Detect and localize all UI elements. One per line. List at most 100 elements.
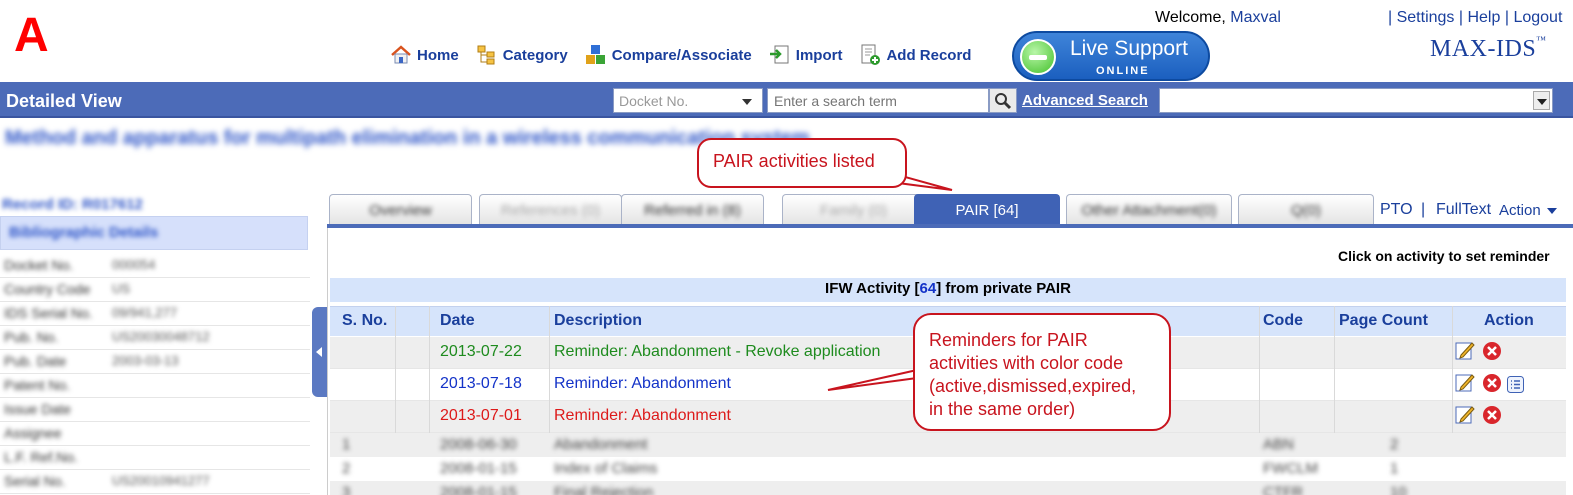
advanced-search-select[interactable]	[1159, 88, 1553, 113]
reminder-callout-line: activities with color code	[929, 353, 1124, 373]
delete-icon[interactable]	[1482, 405, 1502, 425]
detail-value: 09/941,277	[112, 305, 178, 320]
activity-sno: 1	[342, 436, 351, 453]
detail-key: Serial No.	[4, 473, 66, 489]
activity-date: 2008-01-15	[440, 484, 517, 495]
activity-sno: 3	[342, 484, 351, 495]
activity-row[interactable]: 1 2008-06-30 Abandonment ABN 2	[330, 433, 1566, 457]
chevron-down-icon	[742, 99, 752, 105]
activity-page-count: 10	[1390, 484, 1407, 495]
activity-row[interactable]: 2 2008-01-15 Index of Claims FWCLM 1	[330, 457, 1566, 481]
col-date[interactable]: Date	[440, 312, 475, 330]
advanced-search-link[interactable]: Advanced Search	[1022, 92, 1148, 109]
nav-import[interactable]: Import	[769, 44, 842, 66]
settings-link[interactable]: | Settings	[1388, 9, 1454, 26]
reminder-callout-line: in the same order)	[929, 399, 1076, 419]
pto-link[interactable]: PTO	[1380, 201, 1413, 219]
welcome-user[interactable]: Maxval	[1230, 9, 1281, 26]
import-icon	[769, 45, 789, 64]
live-support-status: ONLINE	[1096, 65, 1150, 77]
tab-references[interactable]: References (0)	[479, 194, 622, 225]
detail-row: Patent No.	[0, 374, 310, 398]
detail-row: Pub. Date 2003-03-13	[0, 350, 310, 374]
detail-row: Country Code US	[0, 278, 310, 302]
reminder-description: Reminder: Abandonment	[554, 407, 731, 424]
help-link[interactable]: | Help	[1459, 9, 1501, 26]
docket-select-value: Docket No.	[619, 93, 689, 109]
tab-family[interactable]: Family (0)	[782, 194, 925, 225]
detail-row: Pub. No. US20030048712	[0, 326, 310, 350]
bibliographic-header-label: Bibliographic Details	[9, 224, 159, 241]
col-code[interactable]: Code	[1263, 312, 1303, 330]
edit-icon[interactable]	[1455, 404, 1475, 424]
view-title: Detailed View	[6, 91, 122, 111]
tab-other-attachment[interactable]: Other Attachment(0)	[1066, 194, 1232, 225]
search-button[interactable]	[989, 88, 1017, 113]
welcome-prefix: Welcome,	[1155, 9, 1226, 26]
record-title: Method and apparatus for multipath elimi…	[5, 127, 810, 149]
col-description[interactable]: Description	[554, 312, 642, 330]
tab-label: Overview	[369, 202, 432, 219]
activity-row[interactable]: 3 2008-01-15 Final Rejection CTFR 10	[330, 481, 1566, 495]
ifw-activity-header: IFW Activity [64] from private PAIR	[330, 278, 1566, 302]
welcome-message: Welcome, Maxval	[1155, 9, 1281, 27]
docket-select[interactable]: Docket No.	[613, 88, 763, 113]
chevron-down-icon	[1533, 91, 1550, 110]
reminder-description: Reminder: Abandonment - Revoke applicati…	[554, 343, 881, 360]
detail-key: Patent No.	[4, 377, 71, 393]
column-divider	[549, 306, 550, 433]
detail-key: Assignee	[4, 425, 62, 441]
nav-home[interactable]: Home	[390, 44, 459, 66]
tab-overview[interactable]: Overview	[329, 194, 472, 225]
action-menu[interactable]: Action	[1499, 202, 1557, 219]
edit-icon[interactable]	[1455, 340, 1475, 360]
detail-value: US20030048712	[112, 329, 210, 344]
activity-sno: 2	[342, 460, 351, 477]
delete-icon[interactable]	[1482, 373, 1502, 393]
column-divider	[429, 306, 430, 433]
nav-category[interactable]: Category	[476, 44, 568, 66]
logout-link[interactable]: | Logout	[1505, 9, 1563, 26]
category-icon	[477, 45, 495, 65]
delete-icon[interactable]	[1482, 341, 1502, 361]
nav-compare[interactable]: Compare/Associate	[585, 44, 752, 66]
reminder-callout: Reminders for PAIR activities with color…	[913, 313, 1171, 431]
tab-label: Other Attachment(0)	[1081, 202, 1217, 219]
add-record-icon	[861, 44, 881, 65]
bibliographic-header[interactable]: Bibliographic Details	[0, 216, 308, 250]
column-divider	[395, 306, 396, 433]
reminder-callout-line: (active,dismissed,expired,	[929, 376, 1137, 396]
detail-row: Issue Date	[0, 398, 310, 422]
ifw-header-prefix: IFW Activity [	[825, 280, 920, 297]
live-support-title: Live Support	[1070, 37, 1188, 60]
col-sno[interactable]: S. No.	[342, 312, 387, 330]
brand-logo: MAX-IDS™	[1430, 35, 1547, 63]
list-icon[interactable]	[1507, 376, 1524, 393]
reminder-date: 2013-07-18	[440, 375, 522, 392]
detail-value: US20010941277	[112, 473, 210, 488]
tab-q[interactable]: Q(0)	[1238, 194, 1374, 225]
top-links: | Settings | Help | Logout	[1388, 9, 1562, 27]
activity-code: FWCLM	[1263, 460, 1318, 477]
tab-label: Q(0)	[1291, 202, 1321, 219]
search-input[interactable]	[767, 88, 989, 113]
collapse-panel-handle[interactable]	[312, 307, 327, 397]
record-id: Record ID: R017612	[2, 196, 143, 213]
column-divider	[1334, 306, 1335, 433]
col-page-count[interactable]: Page Count	[1339, 312, 1428, 330]
detail-key: Pub. Date	[4, 353, 67, 369]
live-support-button[interactable]: Live Support ONLINE	[1012, 31, 1210, 81]
detail-value: 2003-03-13	[112, 353, 179, 368]
record-details-panel: Record ID: R017612 Bibliographic Details…	[0, 196, 310, 495]
pair-callout: PAIR activities listed	[697, 138, 907, 188]
fulltext-link[interactable]: FullText	[1436, 201, 1491, 219]
tab-pair[interactable]: PAIR [64]	[914, 194, 1060, 225]
brand-name: MAX-IDS	[1430, 36, 1537, 62]
nav-add-record[interactable]: Add Record	[859, 44, 971, 66]
brand-trademark: ™	[1536, 35, 1547, 46]
edit-icon[interactable]	[1455, 372, 1475, 392]
column-divider	[1452, 306, 1453, 433]
tab-referred-in[interactable]: Referred in (8)	[621, 194, 764, 225]
tab-label: Family (0)	[820, 202, 887, 219]
nav-add-record-label: Add Record	[886, 46, 972, 64]
